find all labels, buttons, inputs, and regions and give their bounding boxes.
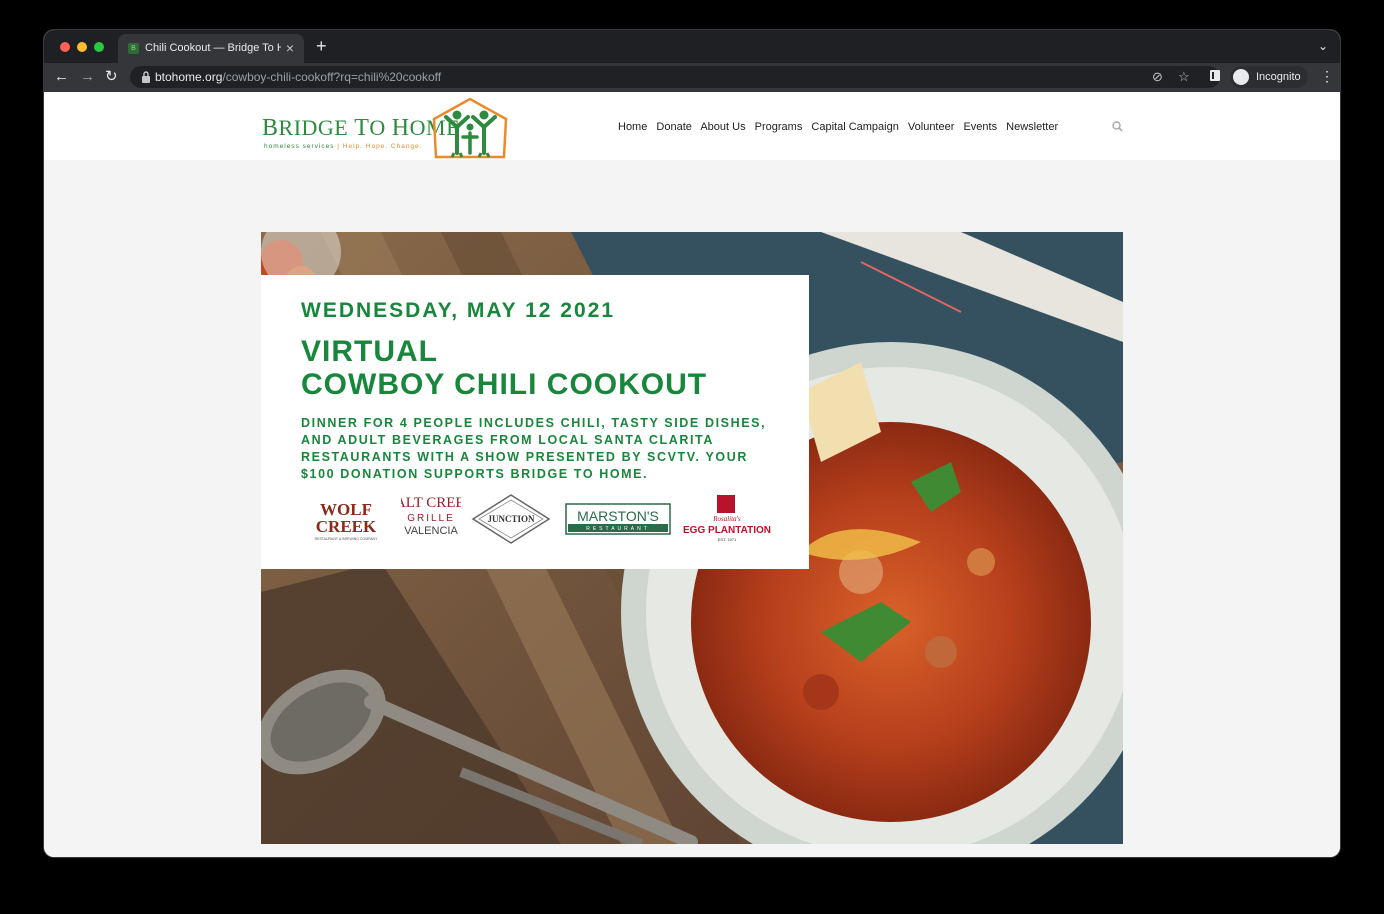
url-text: btohome.org/cowboy-chili-cookoff?rq=chil… — [155, 70, 442, 84]
nav-capital-campaign[interactable]: Capital Campaign — [811, 121, 898, 133]
svg-text:RESTAURANT: RESTAURANT — [586, 526, 650, 532]
main-nav: Home Donate About Us Programs Capital Ca… — [618, 121, 1123, 133]
salt-creek-grille-logo: SALT CREEK GRILLE VALENCIA — [401, 495, 461, 537]
address-bar[interactable]: btohome.org/cowboy-chili-cookoff?rq=chil… — [130, 66, 1220, 88]
svg-text:RESTAURANT & BREWING COMPANY: RESTAURANT & BREWING COMPANY — [315, 537, 378, 541]
incognito-indicator[interactable]: Incognito — [1230, 66, 1308, 88]
event-title-line2: COWBOY CHILI COOKOUT — [301, 368, 708, 401]
minimize-window-button[interactable] — [77, 42, 87, 52]
incognito-icon — [1233, 69, 1249, 85]
new-tab-icon[interactable]: + — [316, 36, 327, 57]
event-card: WEDNESDAY, MAY 12 2021 VIRTUAL COWBOY CH… — [261, 275, 809, 569]
svg-text:CREEK: CREEK — [316, 517, 377, 536]
svg-text:VALENCIA: VALENCIA — [404, 525, 458, 537]
search-icon[interactable] — [1112, 121, 1123, 132]
site-header: BRIDGE TO HOME homeless services | Help.… — [44, 92, 1340, 160]
event-title-line1: VIRTUAL — [301, 335, 438, 368]
nav-newsletter[interactable]: Newsletter — [1006, 121, 1058, 133]
maximize-window-button[interactable] — [94, 42, 104, 52]
side-panel-icon[interactable] — [1210, 70, 1220, 81]
browser-window: B Chili Cookout — Bridge To Home × + ⌄ ←… — [44, 30, 1340, 857]
nav-home[interactable]: Home — [618, 121, 647, 133]
nav-about-us[interactable]: About Us — [700, 121, 745, 133]
forward-icon[interactable]: → — [80, 68, 95, 86]
svg-text:Rosalita's: Rosalita's — [712, 515, 741, 523]
wolf-creek-logo: WOLF CREEK RESTAURANT & BREWING COMPANY — [315, 500, 378, 541]
close-window-button[interactable] — [60, 42, 70, 52]
reload-icon[interactable]: ↻ — [105, 68, 118, 86]
svg-text:JUNCTION: JUNCTION — [487, 514, 535, 524]
svg-text:EGG PLANTATION: EGG PLANTATION — [683, 525, 771, 536]
logo-tagline: homeless services | Help. Hope. Change. — [264, 143, 423, 150]
tab-strip: B Chili Cookout — Bridge To Home × + ⌄ — [44, 30, 1340, 63]
svg-text:MARSTON'S: MARSTON'S — [577, 508, 659, 524]
svg-text:EST. 1971: EST. 1971 — [718, 537, 737, 542]
nav-donate[interactable]: Donate — [656, 121, 691, 133]
tab-search-chevron-icon[interactable]: ⌄ — [1318, 39, 1328, 53]
svg-text:SALT CREEK: SALT CREEK — [401, 495, 461, 511]
egg-plantation-logo: Rosalita's EGG PLANTATION EST. 1971 — [683, 495, 771, 542]
hero-banner: WEDNESDAY, MAY 12 2021 VIRTUAL COWBOY CH… — [261, 232, 1123, 844]
browser-toolbar: ← → ↻ btohome.org/cowboy-chili-cookoff?r… — [44, 63, 1340, 92]
event-date: WEDNESDAY, MAY 12 2021 — [301, 299, 616, 322]
incognito-label: Incognito — [1256, 71, 1301, 83]
junction-logo: JUNCTION — [471, 494, 551, 544]
bookmark-star-icon[interactable]: ☆ — [1178, 69, 1190, 85]
browser-tab[interactable]: B Chili Cookout — Bridge To Home × — [118, 34, 304, 63]
nav-programs[interactable]: Programs — [755, 121, 803, 133]
house-family-icon — [432, 97, 508, 159]
svg-text:GRILLE: GRILLE — [407, 513, 455, 524]
browser-menu-icon[interactable]: ⋮ — [1320, 68, 1334, 85]
lock-icon — [142, 71, 150, 83]
event-description: Dinner for 4 people includes chili, tast… — [301, 416, 767, 481]
tab-title: Chili Cookout — Bridge To Home — [145, 42, 281, 54]
nav-events[interactable]: Events — [963, 121, 997, 133]
favicon-icon: B — [128, 43, 139, 54]
back-icon[interactable]: ← — [54, 68, 69, 86]
bridge-to-home-logo[interactable]: BRIDGE TO HOME homeless services | Help.… — [262, 97, 512, 159]
nav-volunteer[interactable]: Volunteer — [908, 121, 954, 133]
marstons-logo: MARSTON'S RESTAURANT — [565, 503, 671, 535]
web-page: BRIDGE TO HOME homeless services | Help.… — [44, 92, 1340, 857]
eye-off-icon[interactable]: ⊘ — [1152, 69, 1163, 85]
close-tab-icon[interactable]: × — [286, 40, 294, 56]
